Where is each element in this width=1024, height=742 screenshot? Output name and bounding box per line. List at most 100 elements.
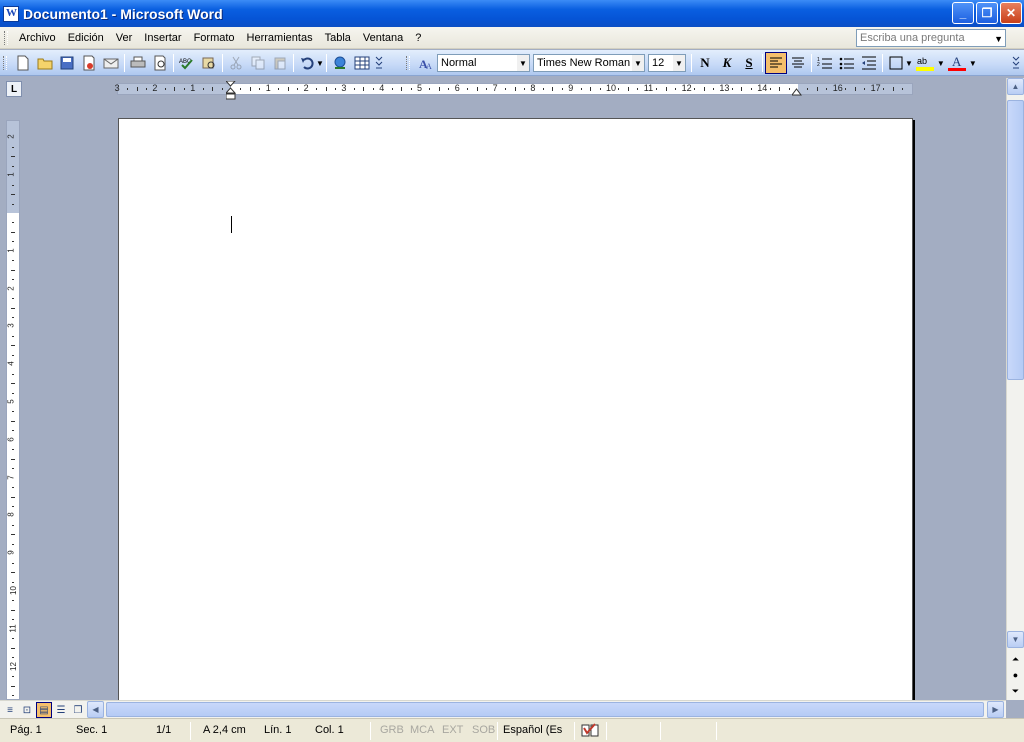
scroll-right-button[interactable]: ▶	[987, 701, 1004, 718]
status-extend-selection[interactable]: EXT	[442, 724, 463, 736]
document-page[interactable]	[118, 118, 913, 700]
ruler-tick	[627, 87, 629, 91]
style-select[interactable]: Normal ▼	[437, 54, 530, 72]
chevron-down-icon[interactable]: ▼	[673, 55, 685, 71]
menu-edicion[interactable]: Edición	[62, 32, 110, 44]
underline-button[interactable]: S	[738, 52, 760, 74]
bullets-button[interactable]	[836, 52, 858, 74]
ruler-number: 1	[6, 248, 16, 253]
print-layout-view-icon[interactable]: ▤	[36, 702, 52, 718]
research-icon[interactable]	[198, 52, 220, 74]
new-document-icon[interactable]	[12, 52, 34, 74]
ruler-tick	[590, 87, 592, 91]
web-layout-view-icon[interactable]: ⊡	[19, 702, 35, 718]
previous-page-button[interactable]: ⏶	[1007, 651, 1024, 667]
ruler-tick	[127, 88, 129, 90]
horizontal-scroll-thumb[interactable]	[106, 702, 984, 717]
print-icon[interactable]	[127, 52, 149, 74]
right-indent-marker[interactable]	[791, 87, 802, 99]
reading-layout-view-icon[interactable]: ❐	[70, 702, 86, 718]
ruler-number: 12	[681, 83, 692, 93]
align-center-button[interactable]	[787, 52, 809, 74]
font-size-select[interactable]: 12 ▼	[648, 54, 686, 72]
cut-icon[interactable]	[225, 52, 247, 74]
email-icon[interactable]	[100, 52, 122, 74]
chevron-down-icon[interactable]: ▼	[517, 55, 529, 71]
minimize-button[interactable]: _	[952, 2, 974, 24]
maximize-button[interactable]: ❐	[976, 2, 998, 24]
spelling-status-icon[interactable]	[581, 722, 599, 738]
toolbar-grip[interactable]	[3, 56, 7, 70]
menu-herramientas[interactable]: Herramientas	[241, 32, 319, 44]
ruler-tick	[212, 87, 214, 91]
status-language[interactable]: Español (Es	[503, 724, 562, 736]
font-color-dropdown-icon[interactable]: ▼	[969, 59, 977, 68]
chevron-down-icon[interactable]: ▼	[994, 34, 1003, 44]
ruler-tick	[637, 88, 639, 90]
undo-dropdown-icon[interactable]: ▼	[316, 59, 324, 68]
close-button[interactable]: ✕	[1000, 2, 1022, 24]
ruler-number: 4	[379, 83, 385, 93]
ruler-tick	[892, 87, 894, 91]
font-select[interactable]: Times New Roman ▼	[533, 54, 645, 72]
horizontal-scrollbar[interactable]: ≡ ⊡ ▤ ☰ ❐ ◀ ▶	[0, 700, 1006, 718]
numbering-button[interactable]: 12	[814, 52, 836, 74]
ruler-tick	[883, 88, 885, 90]
borders-button[interactable]	[885, 52, 907, 74]
print-preview-icon[interactable]	[149, 52, 171, 74]
ruler-tick	[11, 156, 15, 158]
menu-help[interactable]: ?	[409, 32, 427, 44]
select-browse-object-button[interactable]: ●	[1007, 667, 1024, 683]
ruler-tick	[12, 449, 14, 451]
menu-insertar[interactable]: Insertar	[138, 32, 187, 44]
status-track-changes[interactable]: MCA	[410, 724, 434, 736]
copy-icon[interactable]	[247, 52, 269, 74]
normal-view-icon[interactable]: ≡	[2, 702, 18, 718]
toolbar-grip[interactable]	[406, 56, 410, 70]
next-page-button[interactable]: ⏷	[1007, 683, 1024, 699]
outline-view-icon[interactable]: ☰	[53, 702, 69, 718]
menu-ver[interactable]: Ver	[110, 32, 139, 44]
save-icon[interactable]	[56, 52, 78, 74]
highlight-button[interactable]: ab	[913, 52, 939, 74]
insert-hyperlink-icon[interactable]	[329, 52, 351, 74]
chevron-down-icon[interactable]: ▼	[632, 55, 644, 71]
ruler-number: 14	[757, 83, 768, 93]
borders-dropdown-icon[interactable]: ▼	[905, 59, 913, 68]
open-folder-icon[interactable]	[34, 52, 56, 74]
vertical-ruler[interactable]: 2 1 1 2 3 4 5 6 7 8 9 10 11 12	[6, 120, 20, 700]
permission-icon[interactable]	[78, 52, 100, 74]
toolbar-options-icon[interactable]	[373, 52, 385, 74]
highlight-dropdown-icon[interactable]: ▼	[937, 59, 945, 68]
tab-selector[interactable]: L	[6, 81, 22, 97]
scroll-left-button[interactable]: ◀	[87, 701, 104, 718]
bold-button[interactable]: N	[694, 52, 716, 74]
status-overtype[interactable]: SOB	[472, 724, 495, 736]
status-record-macro[interactable]: GRB	[380, 724, 404, 736]
ruler-tick	[221, 88, 223, 90]
italic-button[interactable]: K	[716, 52, 738, 74]
styles-and-formatting-icon[interactable]: AA	[415, 52, 437, 74]
menu-tabla[interactable]: Tabla	[319, 32, 357, 44]
ruler-number: 11	[8, 624, 18, 633]
first-line-indent-marker[interactable]	[224, 80, 237, 104]
help-question-input[interactable]: Escriba una pregunta ▼	[856, 29, 1006, 47]
vertical-scrollbar[interactable]: ▲ ▼ ⏶ ● ⏷	[1006, 78, 1024, 700]
menu-archivo[interactable]: Archivo	[13, 32, 62, 44]
word-app-icon[interactable]	[3, 5, 19, 22]
font-color-button[interactable]: A	[945, 52, 971, 74]
vertical-scroll-thumb[interactable]	[1007, 100, 1024, 380]
decrease-indent-button[interactable]	[858, 52, 880, 74]
toolbar-options-icon[interactable]	[1010, 52, 1022, 74]
insert-table-icon[interactable]	[351, 52, 373, 74]
menu-ventana[interactable]: Ventana	[357, 32, 409, 44]
align-left-button[interactable]	[765, 52, 787, 74]
menu-grip[interactable]	[4, 30, 8, 45]
scroll-down-button[interactable]: ▼	[1007, 631, 1024, 648]
undo-icon[interactable]	[296, 52, 318, 74]
scroll-up-button[interactable]: ▲	[1007, 78, 1024, 95]
menu-formato[interactable]: Formato	[188, 32, 241, 44]
paste-icon[interactable]	[269, 52, 291, 74]
ruler-tick	[12, 316, 14, 318]
spelling-icon[interactable]: ABC	[176, 52, 198, 74]
